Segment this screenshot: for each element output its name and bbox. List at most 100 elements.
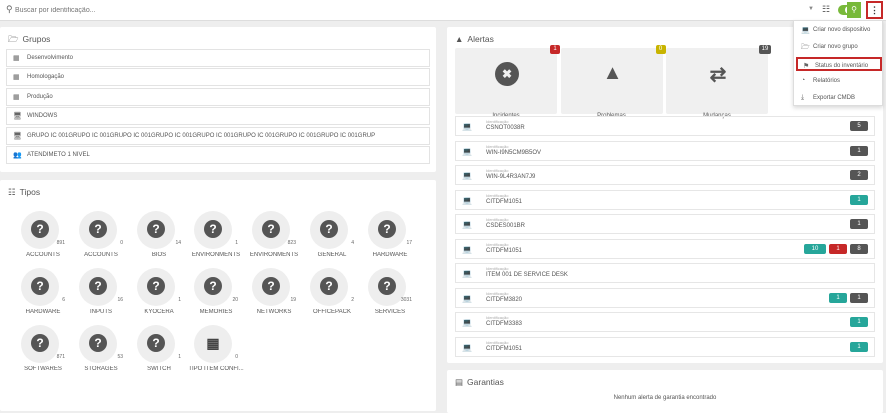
tipo-label: TIPO ITEM CONFI... — [188, 366, 244, 372]
tipo-item[interactable]: ? 17 HARDWARE — [363, 211, 417, 265]
device-row[interactable]: 💻 Identificação WIN-9L4R3AN7J9 2 — [455, 165, 875, 185]
laptop-icon: 💻 — [801, 27, 810, 34]
laptop-icon: 💻 — [462, 269, 472, 278]
tipo-item[interactable]: ? 1 KYOCERA — [132, 268, 186, 322]
device-row[interactable]: 💻 Identificação CITDFM1051 1 — [455, 336, 875, 357]
top-bar: ⚲ ▼ ☷ ⚲ ⋮ — [0, 0, 886, 21]
alert-card[interactable]: ⇄ 19 Mudanças — [666, 45, 771, 119]
menu-item[interactable]: ⚑ Status do inventário — [796, 57, 882, 71]
tipo-item[interactable]: ? 20 MEMORIES — [189, 268, 243, 322]
tipo-item[interactable]: ? 4 GENERAL — [305, 211, 359, 265]
grupo-item-label: Homologação — [27, 74, 65, 81]
device-row[interactable]: 💻 Identificação CITDFM3383 1 — [455, 312, 875, 332]
more-options-button[interactable]: ⋮ — [866, 1, 883, 19]
search-button[interactable]: ⚲ — [847, 2, 861, 18]
tipos-panel: ☷ Tipos ? 891 ACCOUNTS? 0 ACCOUNTS? 14 BIOS? 1 EN… — [0, 180, 436, 411]
device-badge: 1 — [850, 194, 868, 205]
pie-chart-icon: ◔ — [801, 77, 806, 84]
warning-icon: ▲ — [602, 62, 623, 84]
device-sublabel: Identificação — [486, 241, 509, 247]
menu-item[interactable]: ⤓ Exportar CMDB — [796, 91, 882, 105]
device-row[interactable]: 💻 Identificação CITDFM1051 1 — [455, 189, 875, 210]
users-icon: 👥 — [13, 152, 22, 159]
warning-icon: ▲ — [455, 34, 464, 44]
grupo-item[interactable]: ▦ Produção — [6, 87, 430, 106]
device-name: CSDES001BR — [486, 223, 526, 229]
question-icon: ? — [31, 277, 49, 295]
question-icon: ? — [147, 277, 165, 295]
question-icon: ? — [89, 334, 107, 352]
tipo-count: 16 — [117, 297, 123, 303]
device-badge: 1 — [829, 292, 847, 303]
tipo-item[interactable]: ▦ 0 TIPO ITEM CONFI... — [188, 325, 244, 379]
tipo-item[interactable]: ? 0 ACCOUNTS — [74, 211, 128, 265]
grupo-item[interactable]: ▦ Homologação — [6, 68, 430, 87]
device-row[interactable]: 💻 Identificação ITEM 001 DE SERVICE DESK — [455, 263, 875, 283]
question-icon: ? — [262, 277, 280, 295]
tipo-item[interactable]: ? 16 INPUTS — [74, 268, 128, 322]
tipo-item[interactable]: ? 53 STORAGES — [74, 325, 128, 379]
folder-icon: 🗁 — [801, 44, 810, 51]
tipo-item[interactable]: ? 891 ACCOUNTS — [16, 211, 70, 265]
server-icon: ▦ — [206, 335, 220, 351]
tipo-item[interactable]: ? 2 OFFICEPACK — [305, 268, 359, 322]
device-sublabel: Identificação — [486, 339, 509, 345]
tipo-item[interactable]: ? 823 ENVIRONMENTS — [247, 211, 301, 265]
grupo-item[interactable]: 🖥 WINDOWS — [6, 107, 430, 126]
grupo-item[interactable]: ▦ Desenvolvimento — [6, 49, 430, 67]
device-sublabel: Identificação — [486, 119, 509, 124]
chevron-down-icon[interactable]: ▼ — [808, 6, 814, 12]
device-row[interactable]: 💻 Identificação CITDFM1051 8 1 10 — [455, 238, 875, 259]
search-input[interactable] — [15, 3, 615, 17]
tipo-count: 2 — [351, 297, 354, 303]
close-circle-icon: ✖ — [495, 62, 519, 86]
tipos-title: Tipos — [19, 187, 41, 197]
tipo-item[interactable]: ? 871 SOFTWARES — [16, 325, 70, 379]
garantias-header: ▤ Garantias — [447, 370, 883, 392]
tipo-item[interactable]: ? 14 BIOS — [132, 211, 186, 265]
laptop-icon: 💻 — [462, 244, 472, 254]
monitor-icon: 🖥 — [13, 113, 22, 121]
device-name: WIN-I9N5CM9B5OV — [486, 149, 542, 156]
alert-card[interactable]: ▲ 0 Problemas — [560, 45, 666, 119]
search-icon: ⚲ — [6, 4, 13, 14]
laptop-icon: 💻 — [462, 318, 472, 327]
device-row[interactable]: 💻 Identificação CITDFM3820 1 1 — [455, 287, 875, 308]
menu-item-label: Exportar CMDB — [813, 95, 856, 101]
tipo-count: 6 — [62, 297, 65, 303]
grupos-header: 🗁 Grupos — [0, 27, 436, 49]
menu-item[interactable]: ◔ Relatórios — [796, 74, 882, 88]
garantias-message: Nenhum alerta de garantia encontrado — [613, 395, 717, 401]
question-icon: ? — [147, 220, 165, 238]
device-row[interactable]: 💻 Identificação CSDES001BR 1 — [455, 214, 875, 234]
laptop-icon: 💻 — [462, 342, 472, 352]
menu-item[interactable]: 💻 Criar novo dispositivo — [796, 23, 882, 37]
device-badge: 1 — [850, 145, 868, 156]
grupo-item[interactable]: 👥 ATENDIMETO 1 NIVEL — [6, 146, 430, 164]
menu-item[interactable]: 🗁 Criar novo grupo — [796, 40, 882, 54]
device-badge: 1 — [850, 292, 868, 303]
grupo-item[interactable]: 🖥 GRUPO IC 001GRUPO IC 001GRUPO IC 001GRU… — [6, 126, 430, 145]
tipo-count: 1 — [178, 354, 181, 360]
grupo-item-label: Desenvolvimento — [27, 55, 74, 61]
device-name: WIN-9L4R3AN7J9 — [486, 174, 536, 180]
tipo-item[interactable]: ? 1 SWITCH — [132, 325, 186, 379]
device-sublabel: Identificação — [486, 143, 509, 149]
tipo-item[interactable]: ? 6 HARDWARE — [16, 268, 70, 322]
device-row[interactable]: 💻 Identificação WIN-I9N5CM9B5OV 1 — [455, 140, 875, 161]
device-sublabel: Identificação — [486, 192, 509, 198]
device-badge: 1 — [850, 341, 868, 352]
tipo-item[interactable]: ? 3031 SERVICES — [363, 268, 417, 322]
alert-card[interactable]: ✖ 1 Incidentes — [455, 45, 560, 119]
tipo-label: HARDWARE — [372, 252, 408, 258]
sitemap-icon[interactable]: ☷ — [822, 4, 830, 15]
question-icon: ? — [378, 220, 396, 238]
laptop-icon: 💻 — [462, 293, 472, 303]
device-sublabel: Identificação — [486, 290, 509, 296]
tipo-item[interactable]: ? 1 ENVIRONMENTS — [189, 211, 243, 265]
grupo-item-label: WINDOWS — [27, 113, 58, 120]
device-row[interactable]: 💻 Identificação CSNOT0038R 5 — [455, 116, 875, 136]
device-name: CSNOT0038R — [486, 125, 525, 131]
tipo-item[interactable]: ? 19 NETWORKS — [247, 268, 301, 322]
device-name: CITDFM3383 — [486, 321, 523, 327]
